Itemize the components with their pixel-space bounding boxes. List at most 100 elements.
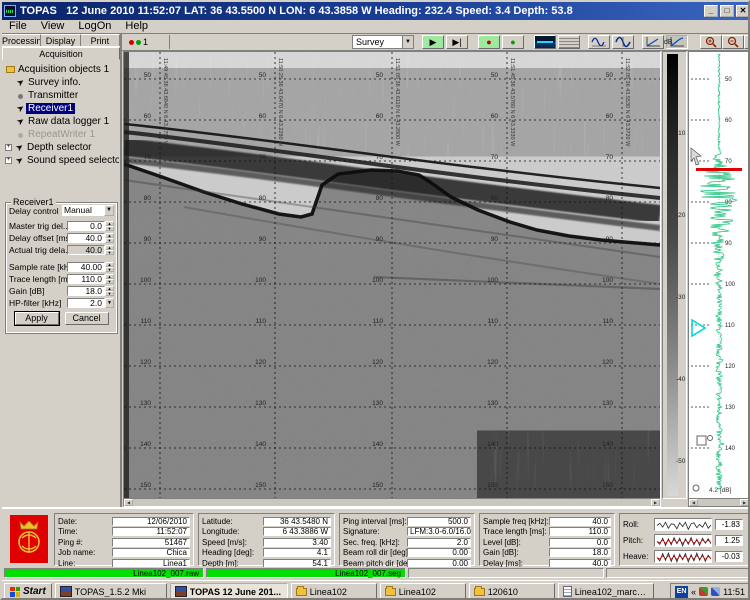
tab-processing[interactable]: Processing	[2, 34, 41, 46]
language-indicator[interactable]: EN	[675, 586, 688, 598]
mode-select[interactable]: Survey ▼	[352, 35, 414, 49]
field-value[interactable]: 40.0	[67, 233, 105, 243]
menu-logon[interactable]: LogOn	[71, 20, 118, 33]
delay-control-select[interactable]: Manual ▼	[62, 205, 114, 216]
tree-item-repeatwriter-1[interactable]: RepeatWriter 1	[3, 128, 119, 141]
field-label: Delay offset [ms]	[9, 233, 67, 243]
expand-icon[interactable]: +	[5, 144, 12, 151]
field-value[interactable]: 18.0	[67, 286, 105, 296]
taskbar-item-label: Linea102_marca5293_su...	[575, 587, 649, 597]
cancel-button[interactable]: Cancel	[65, 312, 109, 325]
green-status-dot-icon	[136, 40, 141, 45]
scroll-right-icon[interactable]: ▶	[651, 499, 660, 506]
tree-item-sound-speed-selector-m-s-[interactable]: +➤Sound speed selector [m/s]	[3, 154, 119, 167]
spinner-control[interactable]: ▲▼	[105, 233, 114, 243]
spinner-control[interactable]: ▲▼	[105, 274, 114, 284]
pointer-icon: ➤	[14, 142, 25, 153]
tvg-curve-a-icon[interactable]	[642, 35, 664, 49]
menu-help[interactable]: Help	[118, 20, 155, 33]
spinner-down-icon[interactable]: ▼	[105, 291, 114, 296]
scroll-left-icon[interactable]: ◀	[124, 499, 133, 506]
maximize-button[interactable]: □	[720, 5, 734, 17]
wavetrace-a-icon[interactable]	[588, 35, 610, 49]
svg-text:90: 90	[376, 236, 384, 243]
status-value: 0.00	[407, 548, 471, 557]
folder-icon	[5, 65, 16, 75]
tab-acquisition[interactable]: Acquisition	[2, 47, 120, 60]
tile-windows-icon[interactable]	[744, 35, 750, 49]
status-value: 110.0	[549, 527, 611, 536]
field-value[interactable]: 40.00	[67, 262, 105, 272]
minimize-button[interactable]: _	[704, 5, 718, 17]
apply-button[interactable]: Apply	[15, 312, 59, 325]
svg-text:60: 60	[491, 113, 499, 120]
trace-hscrollbar[interactable]: ◀ ▶	[689, 498, 749, 506]
taskbar-item-5[interactable]: 120610	[469, 583, 555, 600]
tree-item-survey-info-[interactable]: ➤Survey info.	[3, 76, 119, 89]
expand-icon[interactable]: +	[5, 157, 12, 164]
snapshot-icon[interactable]	[534, 35, 556, 49]
spinner-control[interactable]: ▲▼	[105, 262, 114, 272]
view-tab-1[interactable]: 1	[126, 35, 170, 49]
zoom-in-icon[interactable]	[700, 35, 722, 49]
tray-network-icon[interactable]	[711, 587, 720, 596]
tab-display[interactable]: Display	[41, 34, 80, 46]
colorbar: -10-20-30-40-50	[662, 51, 687, 499]
chevron-down-icon[interactable]: ▼	[402, 36, 413, 48]
wavetrace-b-icon[interactable]	[612, 35, 634, 49]
field-value[interactable]: 2.0	[67, 298, 105, 308]
field-value[interactable]: 0.0	[67, 221, 105, 231]
taskbar-item-2[interactable]: TOPAS 12 June 201...	[170, 583, 288, 600]
tree-item-acquisition-objects-1[interactable]: Acquisition objects 1	[3, 63, 119, 76]
tree-item-raw-data-logger-1[interactable]: ➤Raw data logger 1	[3, 115, 119, 128]
menu-file[interactable]: File	[2, 20, 34, 33]
echogram-hscrollbar[interactable]: ◀ ▶	[124, 498, 660, 506]
svg-text:90: 90	[144, 236, 152, 243]
scroll-right-icon[interactable]: ▶	[740, 499, 749, 506]
field-value[interactable]: 40.0	[67, 245, 105, 255]
tree-item-depth-selector[interactable]: +➤Depth selector	[3, 141, 119, 154]
menu-view[interactable]: View	[34, 20, 72, 33]
spinner-down-icon[interactable]: ▼	[105, 279, 114, 284]
tree-item-transmitter[interactable]: Transmitter	[3, 89, 119, 102]
spinner-down-icon[interactable]: ▼	[105, 250, 114, 255]
scroll-left-icon[interactable]: ◀	[689, 499, 698, 506]
spinner-down-icon[interactable]: ▼	[105, 238, 114, 243]
echogram-display[interactable]: 11:49:45 36 43.6840 N 6 43.1750 W5060708…	[124, 52, 660, 499]
svg-text:60: 60	[144, 113, 152, 120]
taskbar-item-4[interactable]: Linea102	[380, 583, 466, 600]
signal-trace-display[interactable]: 50607080901001101201301404.2 [dB]	[689, 52, 749, 498]
taskbar-item-6[interactable]: Linea102_marca5293_su...	[558, 583, 654, 600]
start-button[interactable]: Start	[4, 583, 52, 600]
step-button[interactable]: ▶|	[446, 35, 468, 49]
tray-app-icon[interactable]	[699, 587, 708, 596]
spinner-control[interactable]: ▲▼	[105, 221, 114, 231]
spinner-control[interactable]: ▲▼	[105, 245, 114, 255]
tray-chevron-icon[interactable]: «	[691, 587, 696, 597]
record-seg-button[interactable]: ●	[502, 35, 524, 49]
spinner-down-icon[interactable]: ▼	[105, 267, 114, 272]
chevron-down-icon[interactable]: ▼	[105, 298, 114, 308]
svg-text:90: 90	[259, 236, 267, 243]
play-button[interactable]: ▶	[422, 35, 444, 49]
svg-text:50: 50	[259, 72, 267, 79]
field-value[interactable]: 110.0	[67, 274, 105, 284]
spinner-control[interactable]: ▲▼	[105, 286, 114, 296]
values-table-icon[interactable]	[558, 35, 580, 49]
folder-icon	[296, 588, 307, 596]
svg-text:130: 130	[140, 400, 151, 407]
chevron-down-icon[interactable]: ▼	[104, 205, 114, 216]
motion-label: Heave:	[623, 552, 651, 561]
status-field-sample-freq-khz-: Sample freq [kHz]:40.0	[483, 516, 611, 526]
zoom-out-icon[interactable]	[722, 35, 744, 49]
tab-print[interactable]: Print	[81, 34, 120, 46]
status-field-ping-: Ping #:51467	[58, 537, 190, 547]
status-value: 36 43.5480 N	[263, 517, 331, 526]
close-button[interactable]: ✕	[736, 5, 750, 17]
taskbar-item-1[interactable]: TOPAS_1.5.2 Mki	[55, 583, 167, 600]
tree-item-receiver1[interactable]: ➤Receiver1	[3, 102, 119, 115]
taskbar-item-3[interactable]: Linea102	[291, 583, 377, 600]
record-raw-button[interactable]: ●	[478, 35, 500, 49]
title-bar[interactable]: TOPAS 12 June 2010 11:52:07 LAT: 36 43.5…	[2, 2, 750, 20]
spinner-down-icon[interactable]: ▼	[105, 226, 114, 231]
